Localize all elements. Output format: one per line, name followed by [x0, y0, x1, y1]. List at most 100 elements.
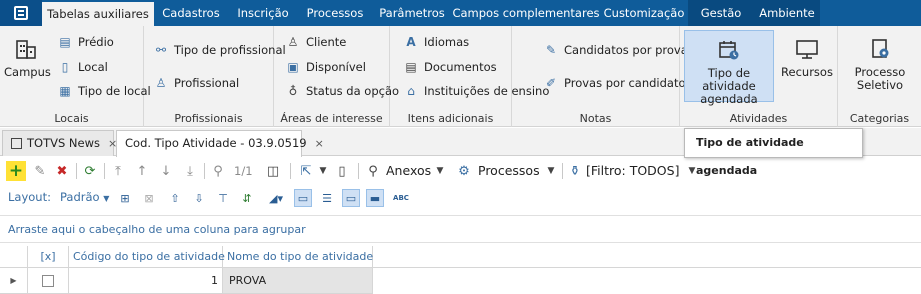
provas-por-candidato-button[interactable]: ✐ Provas por candidato — [544, 76, 686, 90]
row-indicator-header — [0, 246, 28, 268]
add-layout-button[interactable]: ⊞ — [116, 189, 134, 207]
tab-gestao[interactable]: Gestão — [688, 0, 754, 26]
separator — [76, 163, 77, 179]
doc-tab-cod-tipo-atividade[interactable]: Cod. Tipo Atividade - 03.9.0519 × — [116, 130, 324, 157]
disponivel-button[interactable]: ▣ Disponível — [286, 60, 366, 74]
doc-tab-totvs-news[interactable]: TOTVS News × — [2, 130, 117, 156]
previous-record-button[interactable]: ↑ — [134, 161, 150, 181]
pin-icon: ⊤ — [218, 191, 228, 205]
layout-padrao-label: Padrão — [60, 190, 100, 204]
provas-por-candidato-label: Provas por candidato — [564, 76, 686, 90]
tipo-de-local-label: Tipo de local — [78, 84, 151, 98]
sort-layout-button[interactable]: ⇵ — [238, 189, 256, 207]
caret-down-icon: ▼ — [688, 166, 696, 176]
tipo-de-profissional-button[interactable]: ⚯ Tipo de profissional — [154, 43, 286, 57]
column-header-nome[interactable]: Nome do tipo de atividade — [223, 246, 373, 268]
app-menu-button[interactable] — [0, 0, 42, 26]
group-by-panel[interactable]: Arraste aqui o cabeçalho de uma coluna p… — [0, 215, 921, 243]
group-label-categorias: Categorias — [849, 112, 910, 125]
candidatos-por-prova-label: Candidatos por prova — [564, 43, 688, 57]
anexos-dropdown[interactable]: ▼ — [434, 161, 446, 181]
page-indicator: 1/1 — [234, 164, 253, 178]
cell-nome[interactable]: PROVA — [223, 268, 373, 294]
tab-parametros[interactable]: Parâmetros — [372, 0, 452, 26]
export-dropdown[interactable]: ▼ — [318, 161, 328, 181]
row-checkbox[interactable] — [42, 275, 54, 287]
processo-seletivo-button[interactable]: Processo Seletivo — [848, 36, 912, 92]
tab-tabelas-auxiliares[interactable]: Tabelas auxiliares — [42, 0, 154, 26]
filter-button[interactable]: [Filtro: TODOS] — [586, 161, 679, 181]
group-label-locais: Locais — [54, 112, 89, 125]
campus-button[interactable]: Campus — [4, 36, 51, 79]
last-record-button[interactable]: ⤓ — [182, 161, 198, 181]
pencil-icon: ✎ — [34, 163, 46, 179]
upload-icon: ⇧ — [170, 191, 180, 205]
delete-button[interactable]: ✖ — [54, 161, 70, 181]
idiomas-button[interactable]: A Idiomas — [404, 35, 469, 49]
download-layout-button[interactable]: ⇩ — [190, 189, 208, 207]
tab-processos[interactable]: Processos — [298, 0, 372, 26]
tooltip: Tipo de atividade agendada — [684, 128, 863, 177]
candidatos-por-prova-button[interactable]: ✎ Candidatos por prova — [544, 43, 688, 57]
layout-padrao-dropdown[interactable]: Padrão ▼ — [60, 190, 109, 204]
columns-button[interactable]: ◫ — [264, 161, 282, 181]
sort-icon: ⇵ — [242, 191, 252, 205]
tab-inscricao[interactable]: Inscrição — [228, 0, 298, 26]
table-row[interactable]: ▶ 1 PROVA — [0, 268, 921, 294]
disponivel-label: Disponível — [306, 60, 366, 74]
status-da-opcao-button[interactable]: ♁ Status da opção — [286, 84, 399, 98]
tab-ambiente[interactable]: Ambiente — [754, 0, 820, 26]
refresh-button[interactable]: ⟳ — [82, 161, 98, 181]
building-icon — [13, 36, 39, 62]
column-header-codigo[interactable]: Código do tipo de atividade — [69, 246, 225, 268]
view-compact-button[interactable]: ▭ — [294, 189, 312, 207]
close-icon[interactable]: × — [315, 137, 324, 150]
profissional-label: Profissional — [174, 76, 240, 90]
process-gear-icon — [867, 36, 893, 62]
first-record-button[interactable]: ⤒ — [110, 161, 126, 181]
remove-box-icon: ⊠ — [144, 191, 154, 205]
view-rows-button[interactable]: ☰ — [318, 189, 336, 207]
layout-toolbar: Layout: Padrão ▼ ⊞ ⊠ ⇧ ⇩ ⊤ ⇵ ◢▾ ▭ ☰ ▭ ▬ … — [0, 185, 921, 212]
tab-customizacao[interactable]: Customização — [600, 0, 688, 26]
profissional-button[interactable]: ♙ Profissional — [154, 76, 240, 90]
anexos-button[interactable]: Anexos — [386, 161, 431, 181]
export-button[interactable]: ⇱ — [298, 161, 314, 181]
tipo-de-atividade-agendada-button[interactable]: Tipo de atividade agendada — [684, 30, 774, 106]
predio-button[interactable]: ▤ Prédio — [58, 35, 114, 49]
search-button[interactable]: ⚲ — [210, 161, 226, 181]
tab-cadastros[interactable]: Cadastros — [154, 0, 228, 26]
edit-button[interactable]: ✎ — [32, 161, 48, 181]
pin-layout-button[interactable]: ⊤ — [214, 189, 232, 207]
column-header-select[interactable]: [x] — [28, 246, 69, 268]
cell-codigo[interactable]: 1 — [69, 268, 223, 294]
tab-campos-complementares[interactable]: Campos complementares — [452, 0, 600, 26]
upload-layout-button[interactable]: ⇧ — [166, 189, 184, 207]
group-atividades: Tipo de atividade agendada Recursos Ativ… — [680, 26, 838, 127]
report-button[interactable]: ▯ — [334, 161, 350, 181]
recursos-button[interactable]: Recursos — [780, 36, 834, 79]
grid-header: [x] Código do tipo de atividade Nome do … — [0, 246, 921, 268]
add-button[interactable]: + — [6, 161, 26, 181]
caret-down-icon: ▼ — [319, 166, 327, 176]
processo-seletivo-label: Processo Seletivo — [854, 65, 906, 92]
view-split-button[interactable]: ▬ — [366, 189, 384, 207]
app-logo-icon — [14, 6, 28, 20]
remove-layout-button[interactable]: ⊠ — [140, 189, 158, 207]
spellcheck-button[interactable]: ABC — [390, 189, 412, 207]
row-checkbox-cell[interactable] — [28, 268, 69, 294]
plus-icon: + — [8, 161, 24, 181]
local-button[interactable]: ▯ Local — [58, 60, 108, 74]
next-record-button[interactable]: ↓ — [158, 161, 174, 181]
processos-dropdown[interactable]: ▼ — [545, 161, 557, 181]
group-locais: Campus ▤ Prédio ▯ Local ▦ Tipo de local Loc… — [0, 26, 151, 127]
delete-x-icon: ✖ — [56, 163, 68, 179]
cliente-button[interactable]: ♙ Cliente — [286, 35, 347, 49]
group-by-hint: Arraste aqui o cabeçalho de uma coluna p… — [8, 223, 306, 236]
building-small-icon: ▤ — [59, 35, 71, 49]
chart-layout-button[interactable]: ◢▾ — [264, 189, 288, 207]
tipo-de-local-button[interactable]: ▦ Tipo de local — [58, 84, 151, 98]
processos-button[interactable]: Processos — [478, 161, 540, 181]
view-header-button[interactable]: ▭ — [342, 189, 360, 207]
documentos-button[interactable]: ▤ Documentos — [404, 60, 496, 74]
